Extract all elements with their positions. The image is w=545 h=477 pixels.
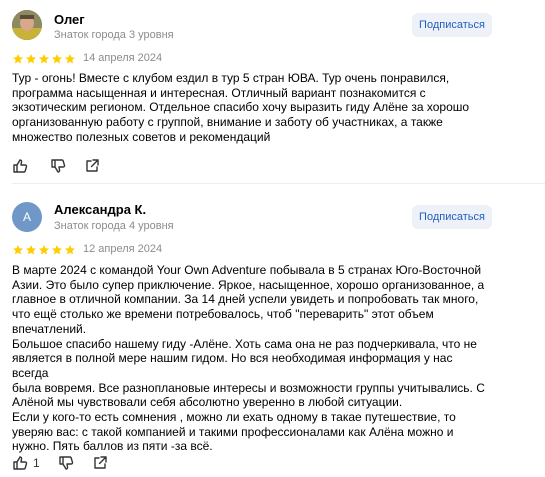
- like-button[interactable]: [12, 156, 33, 176]
- rating-stars: [12, 244, 76, 256]
- star-icon: [26, 54, 36, 64]
- review-date: 12 апреля 2024: [83, 243, 163, 255]
- star-icon: [39, 245, 49, 255]
- star-icon: [26, 245, 36, 255]
- thumb-up-icon: [13, 456, 28, 470]
- star-icon: [52, 54, 62, 64]
- star-icon: [65, 54, 75, 64]
- like-button[interactable]: 1: [12, 453, 40, 473]
- review-date: 14 апреля 2024: [83, 52, 163, 64]
- star-icon: [13, 245, 23, 255]
- share-button[interactable]: [92, 453, 108, 473]
- star-icon: [13, 54, 23, 64]
- review-text: Тур - огонь! Вместе с клубом ездил в тур…: [12, 71, 470, 144]
- author-name[interactable]: Александра К.: [54, 202, 146, 217]
- dislike-button[interactable]: [50, 156, 66, 176]
- star-icon: [39, 54, 49, 64]
- like-count: 1: [33, 456, 40, 470]
- rating-stars: [12, 53, 76, 65]
- dislike-button[interactable]: [58, 453, 74, 473]
- review-text: В марте 2024 с командой Your Own Adventu…: [12, 263, 485, 454]
- thumb-down-icon: [51, 159, 66, 173]
- divider: [12, 183, 545, 184]
- subscribe-button[interactable]: Подписаться: [412, 13, 492, 37]
- share-button[interactable]: [84, 156, 100, 176]
- subscribe-button[interactable]: Подписаться: [412, 205, 492, 229]
- avatar[interactable]: А: [12, 202, 42, 232]
- star-icon: [65, 245, 75, 255]
- share-icon: [86, 159, 99, 172]
- share-icon: [94, 456, 107, 469]
- author-level: Знаток города 4 уровня: [54, 220, 174, 232]
- star-icon: [52, 245, 62, 255]
- thumb-down-icon: [59, 456, 74, 470]
- author-level: Знаток города 3 уровня: [54, 29, 174, 41]
- avatar[interactable]: [12, 10, 42, 40]
- thumb-up-icon: [13, 159, 28, 173]
- author-name[interactable]: Олег: [54, 12, 85, 27]
